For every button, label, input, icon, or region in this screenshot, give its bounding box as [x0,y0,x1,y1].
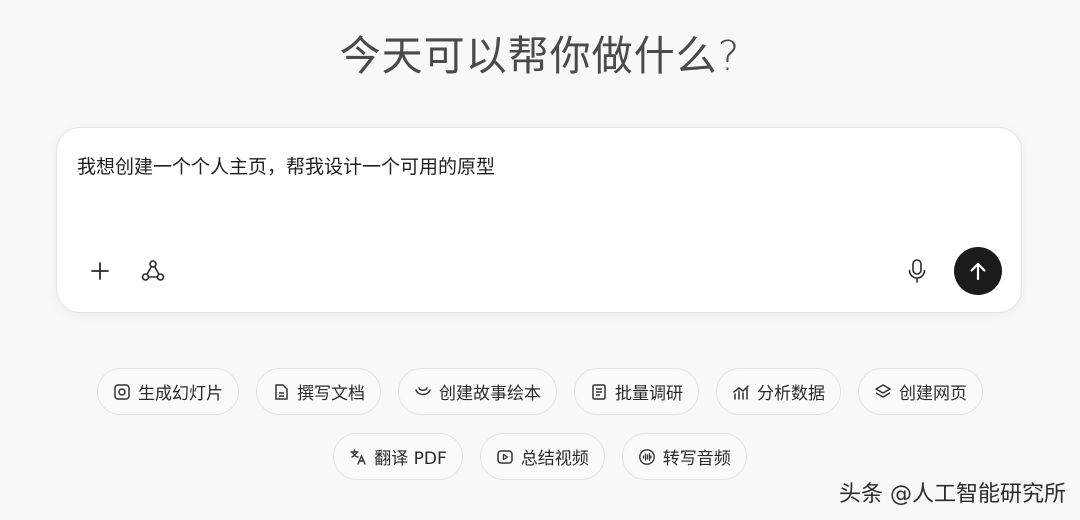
watermark: 头条 @人工智能研究所 [839,482,1066,507]
chip-batch-research[interactable]: 批量调研 [574,368,699,415]
chip-write-document[interactable]: 撰写文档 [256,368,381,415]
microphone-icon [908,259,926,283]
translate-icon [349,448,367,466]
chip-transcribe-audio[interactable]: 转写音频 [621,433,747,480]
research-icon [590,383,608,401]
nodes-icon [141,260,165,281]
chip-label: 生成幻灯片 [138,384,223,404]
arrow-up-icon [970,262,986,281]
chip-create-webpage[interactable]: 创建网页 [858,368,983,415]
chip-analyze-data[interactable]: 分析数据 [716,368,841,415]
chip-label: 创建网页 [899,384,967,404]
suggestion-row-2: 翻译 PDF 总结视频 转写音频 [0,433,1080,480]
chip-generate-slides[interactable]: 生成幻灯片 [97,368,239,415]
chip-label: 创建故事绘本 [439,384,541,404]
chip-label: 撰写文档 [297,384,365,404]
chip-create-storybook[interactable]: 创建故事绘本 [398,368,557,415]
voice-input-button[interactable] [900,254,934,288]
chip-summarize-video[interactable]: 总结视频 [479,433,605,480]
add-attachment-button[interactable] [83,254,117,288]
prompt-composer[interactable]: 我想创建一个个人主页，帮我设计一个可用的原型 [56,127,1022,313]
plus-icon [91,262,109,280]
chip-label: 批量调研 [615,384,683,404]
send-button[interactable] [954,247,1002,295]
chip-label: 分析数据 [757,384,825,404]
audio-icon [638,448,656,466]
storybook-icon [414,383,432,401]
page-title: 今天可以帮你做什么? [339,32,741,80]
slides-icon [113,383,131,401]
layers-icon [874,383,892,401]
chart-icon [732,383,750,401]
prompt-input[interactable]: 我想创建一个个人主页，帮我设计一个可用的原型 [77,152,495,179]
chip-label: 转写音频 [662,449,731,469]
video-icon [496,448,514,466]
chip-translate-pdf[interactable]: 翻译 PDF [333,433,463,480]
chip-label: 总结视频 [520,449,589,469]
home-page: 今天可以帮你做什么? 我想创建一个个人主页，帮我设计一个可用的原型 生成幻灯片 … [0,0,1080,520]
suggestion-row-1: 生成幻灯片 撰写文档 创建故事绘本 批量调研 分析数据 创建网页 [0,368,1080,415]
chip-label: 翻译 PDF [374,449,447,469]
document-icon [272,383,290,401]
agent-tools-button[interactable] [136,254,170,288]
